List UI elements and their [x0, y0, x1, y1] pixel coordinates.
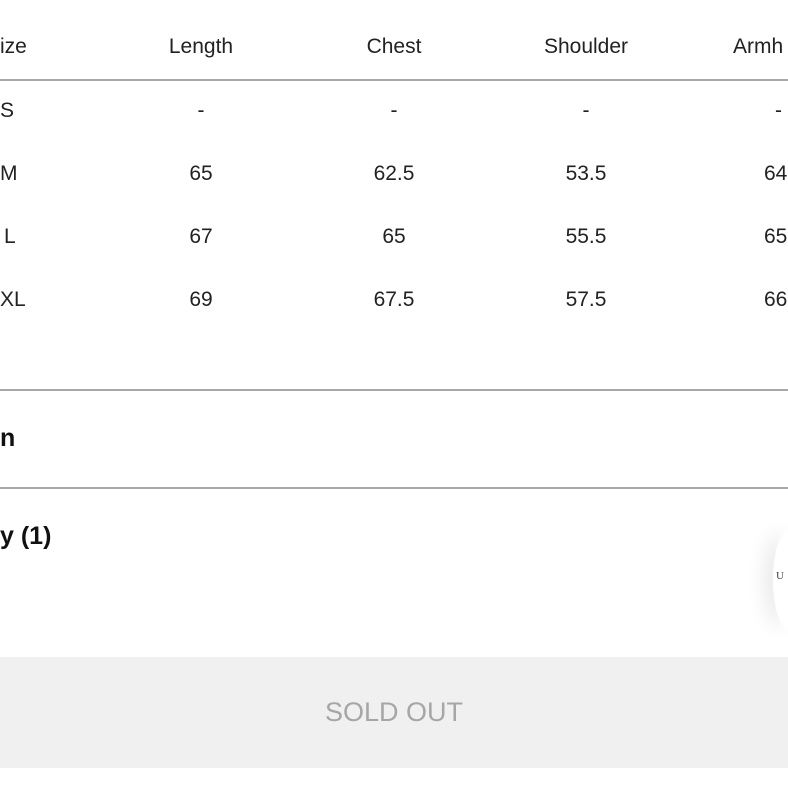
cell-size: S	[0, 99, 15, 122]
cell-chest: 62.5	[373, 162, 415, 185]
cell-length: -	[197, 99, 205, 122]
reviews-section-header[interactable]: y (1)	[0, 522, 51, 551]
section-header[interactable]: n	[0, 424, 15, 453]
cell-size: XL	[0, 288, 26, 311]
cell-chest: 67.5	[373, 288, 415, 311]
table-divider	[0, 79, 788, 81]
sold-out-button[interactable]: SOLD OUT	[0, 657, 788, 768]
cell-length: 69	[189, 288, 213, 311]
cell-shoulder: 53.5	[565, 162, 607, 185]
sold-out-label: SOLD OUT	[324, 697, 464, 727]
cell-armhole: 66	[764, 288, 788, 311]
header-length: Length	[168, 35, 234, 58]
header-size: ize	[0, 35, 27, 58]
cell-size: M	[0, 162, 18, 185]
floating-button-label: U	[776, 570, 784, 582]
cell-armhole: -	[775, 99, 782, 122]
cell-shoulder: 55.5	[565, 225, 607, 248]
section-divider	[0, 487, 788, 489]
cell-size: L	[4, 225, 16, 248]
header-shoulder: Shoulder	[543, 35, 629, 58]
section-divider	[0, 389, 788, 391]
header-armhole: Armh	[733, 35, 784, 58]
cell-shoulder: -	[582, 99, 590, 122]
header-chest: Chest	[366, 35, 422, 58]
floating-chat-button[interactable]: U	[773, 532, 788, 628]
cell-armhole: 65	[764, 225, 788, 248]
cell-chest: 65	[382, 225, 406, 248]
cell-length: 65	[189, 162, 213, 185]
cell-chest: -	[390, 99, 398, 122]
cell-shoulder: 57.5	[565, 288, 607, 311]
cell-armhole: 64	[764, 162, 788, 185]
cell-length: 67	[189, 225, 213, 248]
